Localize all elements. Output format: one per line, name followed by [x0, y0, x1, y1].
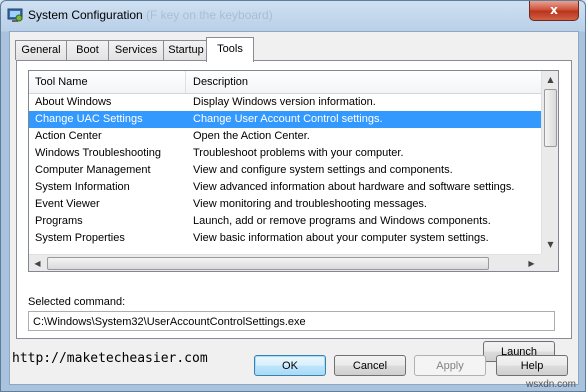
tool-description-cell: View monitoring and troubleshooting mess…: [193, 198, 427, 210]
tool-name-cell: Change UAC Settings: [35, 113, 143, 125]
scroll-left-icon[interactable]: ◀: [30, 256, 45, 271]
ok-button[interactable]: OK: [254, 355, 326, 376]
tool-name-cell: System Properties: [35, 232, 125, 244]
tool-name-cell: Action Center: [35, 130, 102, 142]
tab-startup[interactable]: Startup: [163, 40, 209, 60]
cancel-button[interactable]: Cancel: [334, 355, 406, 376]
tool-name-cell: Computer Management: [35, 164, 151, 176]
list-header: Tool Name Description: [29, 71, 541, 94]
list-item[interactable]: Action Center Open the Action Center.: [29, 128, 541, 145]
tool-description-cell: Troubleshoot problems with your computer…: [193, 147, 404, 159]
close-button[interactable]: x: [529, 1, 579, 21]
watermark-site: wsxdn.com: [526, 379, 577, 390]
column-header-description[interactable]: Description: [187, 71, 533, 93]
list-item[interactable]: Programs Launch, add or remove programs a…: [29, 213, 541, 230]
tool-name-cell: System Information: [35, 181, 130, 193]
vertical-scrollbar[interactable]: ▲ ▼: [541, 71, 558, 254]
title-bar[interactable]: System Configuration (F key on the keybo…: [1, 1, 585, 29]
tool-description-cell: Display Windows version information.: [193, 96, 376, 108]
tab-tools[interactable]: Tools: [206, 37, 254, 62]
selected-command-label: Selected command:: [28, 296, 126, 308]
column-header-tool-name[interactable]: Tool Name: [29, 71, 186, 93]
system-configuration-icon: [7, 8, 23, 22]
list-item[interactable]: Windows Troubleshooting Troubleshoot prob…: [29, 145, 541, 162]
tab-services[interactable]: Services: [108, 40, 164, 60]
help-button[interactable]: Help: [496, 355, 568, 376]
tool-description-cell: Change User Account Control settings.: [193, 113, 383, 125]
tool-description-cell: Open the Action Center.: [193, 130, 310, 142]
tools-list[interactable]: Tool Name Description About Windows Displ…: [28, 70, 559, 272]
scroll-down-icon[interactable]: ▼: [543, 237, 558, 252]
list-item[interactable]: Computer Management View and configure sy…: [29, 162, 541, 179]
selected-command-field[interactable]: C:\Windows\System32\UserAccountControlSe…: [28, 311, 555, 331]
tool-name-cell: Windows Troubleshooting: [35, 147, 161, 159]
tool-description-cell: View advanced information about hardware…: [193, 181, 515, 193]
system-configuration-window: System Configuration (F key on the keybo…: [0, 0, 586, 392]
title-ghost-text: (F key on the keyboard): [146, 8, 273, 22]
list-item[interactable]: Event Viewer View monitoring and troubles…: [29, 196, 541, 213]
list-item[interactable]: Change UAC Settings Change User Account C…: [29, 111, 541, 128]
dialog-client-area: General Boot Services Startup Tools Tool…: [9, 31, 579, 385]
horizontal-scroll-thumb[interactable]: [47, 257, 489, 270]
window-title: System Configuration: [28, 8, 143, 22]
list-item[interactable]: System Information View advanced informat…: [29, 179, 541, 196]
tool-description-cell: View basic information about your comput…: [193, 232, 489, 244]
tab-general[interactable]: General: [15, 40, 67, 60]
list-item[interactable]: About Windows Display Windows version inf…: [29, 94, 541, 111]
scroll-right-icon[interactable]: ▶: [524, 256, 539, 271]
tool-name-cell: About Windows: [35, 96, 112, 108]
list-rows: About Windows Display Windows version inf…: [29, 94, 541, 254]
scroll-corner: [541, 254, 558, 271]
watermark-url: http://maketecheasier.com: [12, 351, 208, 366]
close-icon: x: [550, 3, 558, 17]
apply-button[interactable]: Apply: [414, 355, 486, 376]
tab-boot[interactable]: Boot: [66, 40, 109, 60]
tools-tab-panel: Tool Name Description About Windows Displ…: [16, 60, 572, 362]
scroll-up-icon[interactable]: ▲: [543, 72, 558, 87]
tool-description-cell: Launch, add or remove programs and Windo…: [193, 215, 491, 227]
tool-name-cell: Programs: [35, 215, 83, 227]
horizontal-scrollbar[interactable]: ◀ ▶: [29, 254, 541, 271]
tool-description-cell: View and configure system settings and c…: [193, 164, 453, 176]
vertical-scroll-thumb[interactable]: [544, 89, 557, 147]
list-item[interactable]: System Properties View basic information …: [29, 230, 541, 247]
tool-name-cell: Event Viewer: [35, 198, 100, 210]
